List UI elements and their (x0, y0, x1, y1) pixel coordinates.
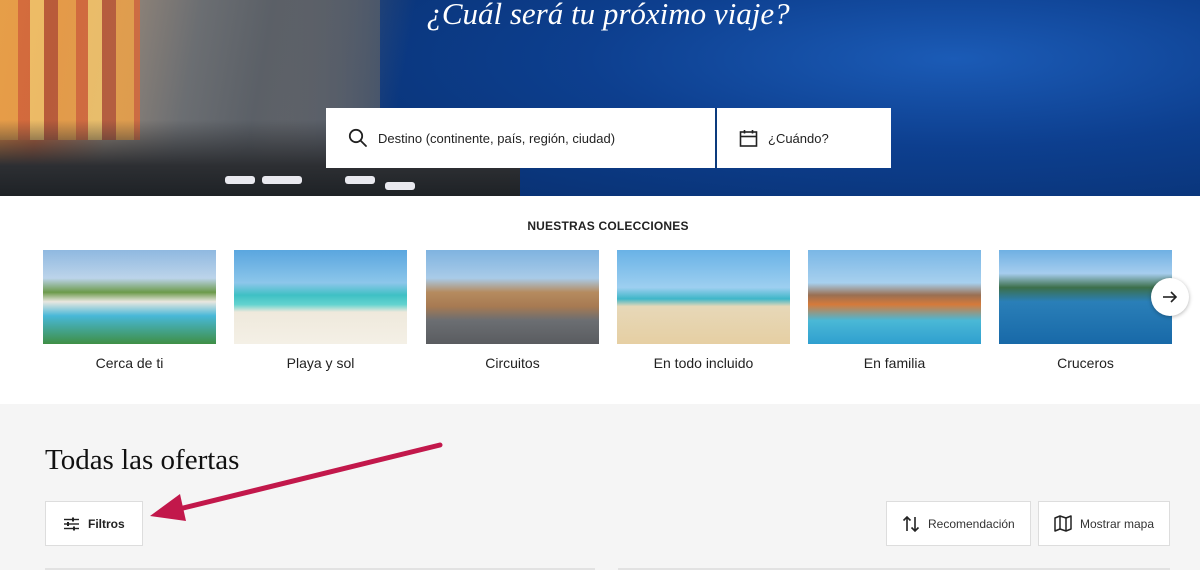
collection-image (808, 250, 981, 344)
sort-arrows-icon (902, 515, 920, 533)
show-map-button[interactable]: Mostrar mapa (1038, 501, 1170, 546)
collection-image (999, 250, 1172, 344)
date-placeholder: ¿Cuándo? (768, 130, 829, 146)
collection-card[interactable]: En todo incluido (617, 250, 790, 371)
collection-card[interactable]: Playa y sol (234, 250, 407, 371)
offers-title: Todas las ofertas (45, 444, 240, 476)
hero-boat (225, 176, 255, 184)
collection-image (43, 250, 216, 344)
filters-button[interactable]: Filtros (45, 501, 143, 546)
collection-label: Cruceros (1057, 355, 1114, 371)
collection-label: En familia (863, 355, 926, 371)
search-bar: Destino (continente, país, región, ciuda… (326, 108, 891, 168)
collection-card[interactable]: Cruceros (999, 250, 1172, 371)
hero-title: ¿Cuál será tu próximo viaje? (426, 0, 790, 31)
calendar-icon (739, 129, 758, 148)
show-map-label: Mostrar mapa (1080, 516, 1155, 531)
date-field[interactable]: ¿Cuándo? (717, 108, 891, 168)
collections-title: NUESTRAS COLECCIONES (527, 219, 689, 233)
destination-placeholder: Destino (continente, país, región, ciuda… (378, 130, 616, 146)
map-icon (1054, 515, 1072, 532)
sort-label: Recomendación (928, 516, 1015, 531)
collections-section: NUESTRAS COLECCIONES Cerca de ti Playa y… (0, 196, 1200, 404)
collections-next-button[interactable] (1151, 278, 1189, 316)
search-icon (348, 128, 368, 148)
collection-card[interactable]: Cerca de ti (43, 250, 216, 371)
collection-image (234, 250, 407, 344)
collection-card[interactable]: En familia (808, 250, 981, 371)
hero-boat (345, 176, 375, 184)
collection-label: Circuitos (485, 355, 540, 371)
hero-banner: ¿Cuál será tu próximo viaje? Destino (co… (0, 0, 1200, 196)
collection-label: Playa y sol (286, 355, 355, 371)
collection-image (617, 250, 790, 344)
collection-image (426, 250, 599, 344)
collection-label: Cerca de ti (95, 355, 164, 371)
collection-card[interactable]: Circuitos (426, 250, 599, 371)
collection-label: En todo incluido (653, 355, 754, 371)
sort-button[interactable]: Recomendación (886, 501, 1031, 546)
hero-boat (262, 176, 302, 184)
destination-field[interactable]: Destino (continente, país, región, ciuda… (326, 108, 717, 168)
filters-label: Filtros (88, 516, 125, 531)
arrow-right-icon (1162, 290, 1178, 304)
hero-boat (385, 182, 415, 190)
sliders-icon (63, 517, 80, 531)
